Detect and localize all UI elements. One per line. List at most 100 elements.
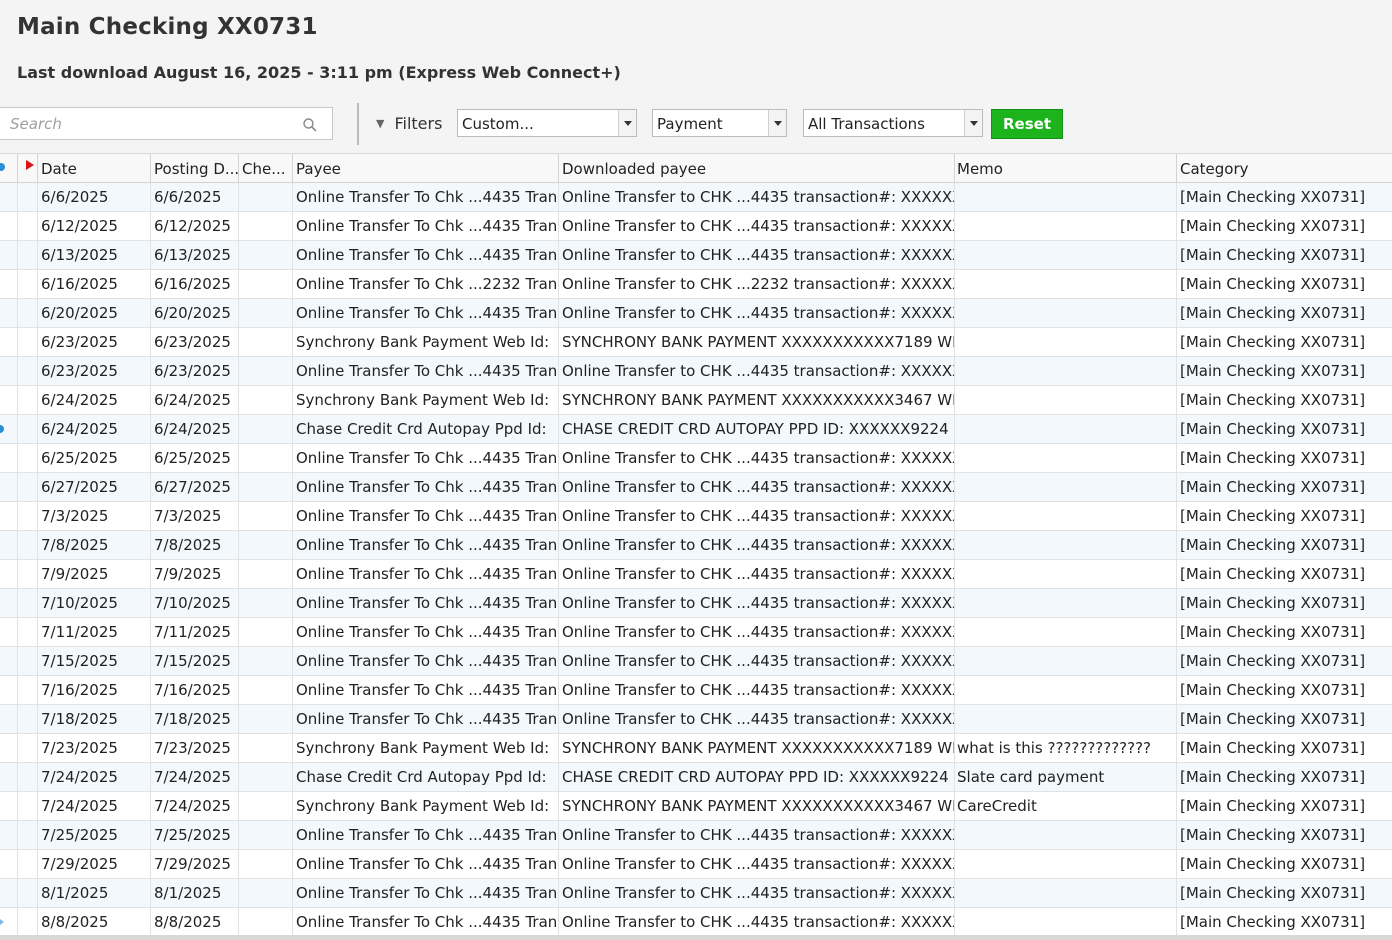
payee-cell[interactable]: Online Transfer To Chk ...4435 Transac [293, 908, 559, 937]
date-cell[interactable]: 6/25/2025 [38, 444, 151, 473]
memo-cell[interactable] [954, 415, 1177, 444]
posting-date-cell[interactable]: 6/16/2025 [151, 270, 239, 299]
status-cell[interactable] [0, 212, 18, 241]
status-cell[interactable] [0, 328, 18, 357]
memo-cell[interactable] [954, 850, 1177, 879]
posting-date-cell[interactable]: 7/16/2025 [151, 676, 239, 705]
column-header-memo[interactable]: Memo [954, 154, 1177, 183]
check-number-cell[interactable] [239, 386, 293, 415]
check-number-cell[interactable] [239, 879, 293, 908]
category-cell[interactable]: [Main Checking XX0731] [1177, 589, 1392, 618]
downloaded-payee-cell[interactable]: Online Transfer to CHK ...4435 transacti… [559, 821, 955, 850]
memo-cell[interactable] [954, 821, 1177, 850]
posting-date-cell[interactable]: 7/9/2025 [151, 560, 239, 589]
downloaded-payee-cell[interactable]: CHASE CREDIT CRD AUTOPAY PPD ID: XXXXXX9… [559, 415, 955, 444]
downloaded-payee-cell[interactable]: Online Transfer to CHK ...4435 transacti… [559, 241, 955, 270]
downloaded-payee-cell[interactable]: Online Transfer to CHK ...4435 transacti… [559, 676, 955, 705]
table-row[interactable]: 6/13/2025 6/13/2025 Online Transfer To Chk… [0, 241, 1392, 270]
downloaded-payee-cell[interactable]: Online Transfer to CHK ...4435 transacti… [559, 473, 955, 502]
check-number-cell[interactable] [239, 444, 293, 473]
date-cell[interactable]: 8/8/2025 [38, 908, 151, 937]
check-number-cell[interactable] [239, 734, 293, 763]
downloaded-payee-cell[interactable]: Online Transfer to CHK ...4435 transacti… [559, 705, 955, 734]
posting-date-cell[interactable]: 6/13/2025 [151, 241, 239, 270]
category-cell[interactable]: [Main Checking XX0731] [1177, 792, 1392, 821]
category-cell[interactable]: [Main Checking XX0731] [1177, 647, 1392, 676]
downloaded-payee-cell[interactable]: Online Transfer to CHK ...4435 transacti… [559, 531, 955, 560]
memo-cell[interactable] [954, 676, 1177, 705]
date-cell[interactable]: 7/8/2025 [38, 531, 151, 560]
payee-cell[interactable]: Online Transfer To Chk ...4435 Transac [293, 589, 559, 618]
posting-date-cell[interactable]: 6/27/2025 [151, 473, 239, 502]
posting-date-cell[interactable]: 6/6/2025 [151, 183, 239, 212]
category-cell[interactable]: [Main Checking XX0731] [1177, 879, 1392, 908]
downloaded-payee-cell[interactable]: SYNCHRONY BANK PAYMENT XXXXXXXXXXX3467 W… [559, 792, 955, 821]
status-cell[interactable] [0, 908, 18, 937]
payee-cell[interactable]: Online Transfer To Chk ...4435 Transac [293, 212, 559, 241]
payee-cell[interactable]: Online Transfer To Chk ...4435 Transac [293, 618, 559, 647]
flag-cell[interactable] [18, 444, 38, 473]
memo-cell[interactable] [954, 212, 1177, 241]
table-row[interactable]: 7/29/2025 7/29/2025 Online Transfer To Chk… [0, 850, 1392, 879]
memo-cell[interactable] [954, 241, 1177, 270]
category-cell[interactable]: [Main Checking XX0731] [1177, 444, 1392, 473]
status-cell[interactable] [0, 299, 18, 328]
table-row[interactable]: 7/8/2025 7/8/2025 Online Transfer To Chk .… [0, 531, 1392, 560]
status-cell[interactable] [0, 879, 18, 908]
downloaded-payee-cell[interactable]: Online Transfer to CHK ...2232 transacti… [559, 270, 955, 299]
status-cell[interactable] [0, 763, 18, 792]
status-column-header[interactable] [0, 154, 18, 183]
payee-cell[interactable]: Chase Credit Crd Autopay Ppd Id: [293, 415, 559, 444]
downloaded-payee-cell[interactable]: Online Transfer to CHK ...4435 transacti… [559, 908, 955, 937]
flag-cell[interactable] [18, 792, 38, 821]
posting-date-cell[interactable]: 6/12/2025 [151, 212, 239, 241]
memo-cell[interactable] [954, 502, 1177, 531]
posting-date-cell[interactable]: 7/8/2025 [151, 531, 239, 560]
downloaded-payee-cell[interactable]: Online Transfer to CHK ...4435 transacti… [559, 560, 955, 589]
table-row[interactable]: 7/3/2025 7/3/2025 Online Transfer To Chk .… [0, 502, 1392, 531]
category-cell[interactable]: [Main Checking XX0731] [1177, 734, 1392, 763]
flag-cell[interactable] [18, 763, 38, 792]
status-cell[interactable] [0, 850, 18, 879]
category-cell[interactable]: [Main Checking XX0731] [1177, 763, 1392, 792]
category-cell[interactable]: [Main Checking XX0731] [1177, 618, 1392, 647]
flag-cell[interactable] [18, 589, 38, 618]
downloaded-payee-cell[interactable]: SYNCHRONY BANK PAYMENT XXXXXXXXXXX7189 W… [559, 328, 955, 357]
category-cell[interactable]: [Main Checking XX0731] [1177, 705, 1392, 734]
table-row[interactable]: 7/11/2025 7/11/2025 Online Transfer To Chk… [0, 618, 1392, 647]
check-number-cell[interactable] [239, 473, 293, 502]
flag-cell[interactable] [18, 473, 38, 502]
memo-cell[interactable]: what is this ????????????? [954, 734, 1177, 763]
table-row[interactable]: 8/1/2025 8/1/2025 Online Transfer To Chk .… [0, 879, 1392, 908]
table-row[interactable]: 7/10/2025 7/10/2025 Online Transfer To Chk… [0, 589, 1392, 618]
search-icon[interactable] [302, 117, 318, 133]
date-cell[interactable]: 6/24/2025 [38, 415, 151, 444]
memo-cell[interactable] [954, 473, 1177, 502]
date-cell[interactable]: 6/16/2025 [38, 270, 151, 299]
flag-cell[interactable] [18, 502, 38, 531]
column-header-posting-date[interactable]: Posting D... [151, 154, 239, 183]
reset-button[interactable]: Reset [991, 109, 1063, 139]
horizontal-scrollbar[interactable] [0, 935, 1392, 940]
posting-date-cell[interactable]: 8/1/2025 [151, 879, 239, 908]
category-cell[interactable]: [Main Checking XX0731] [1177, 908, 1392, 937]
downloaded-payee-cell[interactable]: SYNCHRONY BANK PAYMENT XXXXXXXXXXX7189 W… [559, 734, 955, 763]
memo-cell[interactable] [954, 618, 1177, 647]
column-header-payee[interactable]: Payee [293, 154, 559, 183]
date-cell[interactable]: 6/20/2025 [38, 299, 151, 328]
memo-cell[interactable] [954, 908, 1177, 937]
status-cell[interactable] [0, 589, 18, 618]
table-row[interactable]: 6/27/2025 6/27/2025 Online Transfer To Chk… [0, 473, 1392, 502]
payee-cell[interactable]: Synchrony Bank Payment Web Id: [293, 386, 559, 415]
flag-cell[interactable] [18, 705, 38, 734]
check-number-cell[interactable] [239, 908, 293, 937]
category-cell[interactable]: [Main Checking XX0731] [1177, 821, 1392, 850]
check-number-cell[interactable] [239, 183, 293, 212]
posting-date-cell[interactable]: 7/10/2025 [151, 589, 239, 618]
category-cell[interactable]: [Main Checking XX0731] [1177, 328, 1392, 357]
table-row[interactable]: 6/12/2025 6/12/2025 Online Transfer To Chk… [0, 212, 1392, 241]
category-cell[interactable]: [Main Checking XX0731] [1177, 241, 1392, 270]
date-cell[interactable]: 6/6/2025 [38, 183, 151, 212]
date-cell[interactable]: 7/15/2025 [38, 647, 151, 676]
category-cell[interactable]: [Main Checking XX0731] [1177, 502, 1392, 531]
